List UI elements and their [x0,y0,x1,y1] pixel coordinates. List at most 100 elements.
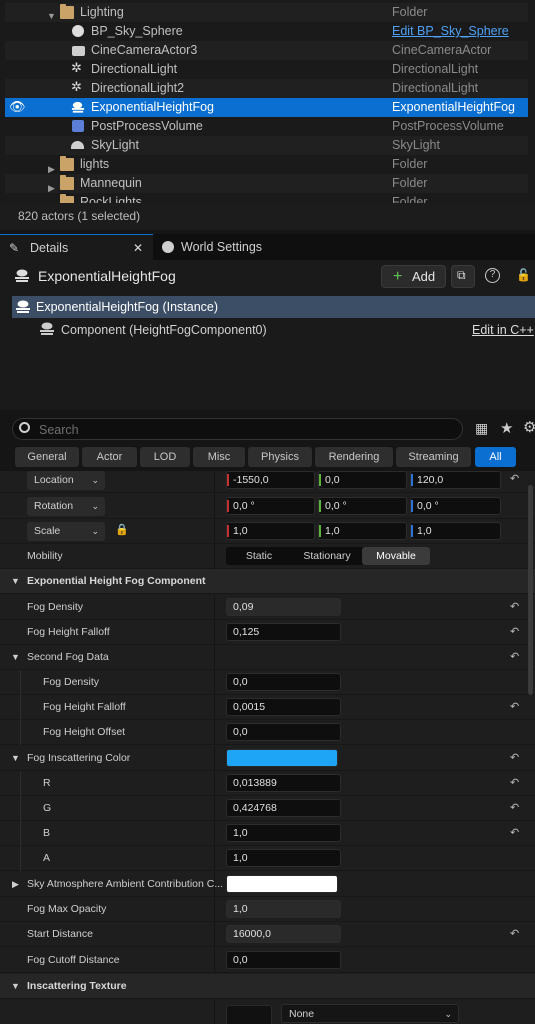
outliner-item-name: SkyLight [91,138,139,152]
outliner-row-lights[interactable]: ▶ lights Folder [5,155,528,174]
reset-arrow-icon[interactable]: ↶ [510,700,519,713]
favorites-star-icon[interactable]: ★ [500,419,513,437]
fog-density-field[interactable]: 0,09 [226,598,341,616]
section-exponential-height-fog[interactable]: ▼ Exponential Height Fog Component [0,569,535,594]
property-label: Fog Cutoff Distance [27,954,120,966]
second-fog-falloff-field[interactable]: 0,0015 [226,698,341,716]
scale-x-field[interactable]: 1,0 [226,522,315,540]
outliner-row-bp-sky-sphere[interactable]: BP_Sky_Sphere Edit BP_Sky_Sphere [5,22,528,41]
collapse-arrow-icon[interactable]: ▼ [11,981,20,991]
outliner-row-mannequin[interactable]: ▶ Mannequin Folder [5,174,528,193]
scale-z-field[interactable]: 1,0 [410,522,501,540]
reset-arrow-icon[interactable]: ↶ [510,472,519,485]
lock-icon[interactable]: 🔒 [115,523,129,536]
inscattering-color-swatch[interactable] [226,749,338,767]
filter-tab-physics[interactable]: Physics [248,447,312,467]
collapse-arrow-icon[interactable]: ▼ [11,753,20,763]
tab-details[interactable]: ✎ Details ✕ [0,234,153,260]
filter-tab-misc[interactable]: Misc [193,447,245,467]
location-z-field[interactable]: 120,0 [410,471,501,489]
property-label: G [43,802,52,814]
filter-tab-actor[interactable]: Actor [82,447,137,467]
table-view-icon[interactable]: ▦ [475,420,488,437]
filter-tab-general[interactable]: General [15,447,79,467]
rotation-z-field[interactable]: 0,0 ° [410,497,501,515]
lock-icon[interactable]: 🔓 [516,268,531,282]
tab-world-settings[interactable]: World Settings [155,234,285,260]
scale-dropdown[interactable]: Scale ⌄ [27,522,105,541]
color-r-field[interactable]: 0,013889 [226,774,341,792]
divider [214,897,215,922]
outliner-row-cinecamera[interactable]: CineCameraActor3 CineCameraActor [5,41,528,60]
reset-arrow-icon[interactable]: ↶ [510,801,519,814]
second-fog-data-row[interactable]: ▼ Second Fog Data ↶ [0,645,535,670]
fog-cutoff-field[interactable]: 0,0 [226,951,341,969]
visibility-eye-icon[interactable]: 👁 [9,99,26,114]
second-fog-density-field[interactable]: 0,0 [226,673,341,691]
outliner-row-skylight[interactable]: SkyLight SkyLight [5,136,528,155]
outliner-item-name: PostProcessVolume [91,119,203,133]
color-a-field[interactable]: 1,0 [226,849,341,867]
help-icon[interactable]: ? [485,268,500,283]
location-x-field[interactable]: -1550,0 [226,471,315,489]
reset-arrow-icon[interactable]: ↶ [510,927,519,940]
start-distance-field[interactable]: 16000,0 [226,925,341,943]
location-dropdown[interactable]: Location ⌄ [27,471,105,490]
sky-atmosphere-color-swatch[interactable] [226,875,338,893]
location-y-field[interactable]: 0,0 [318,471,407,489]
reset-arrow-icon[interactable]: ↶ [510,650,519,663]
outliner-row-directionallight2[interactable]: ✲ DirectionalLight2 DirectionalLight [5,79,528,98]
rotation-dropdown[interactable]: Rotation ⌄ [27,497,105,516]
outliner-row-rocklights[interactable]: ▶ RockLights Folder [5,193,528,203]
divider [214,922,215,947]
reset-arrow-icon[interactable]: ↶ [510,600,519,613]
reset-arrow-icon[interactable]: ↶ [510,776,519,789]
color-r-row: R 0,013889 ↶ [0,771,535,796]
component-instance-row[interactable]: ExponentialHeightFog (Instance) [12,296,535,318]
outliner-row-directionallight[interactable]: ✲ DirectionalLight DirectionalLight [5,60,528,79]
filter-tab-rendering[interactable]: Rendering [315,447,393,467]
details-scrollbar[interactable] [528,485,533,695]
reset-arrow-icon[interactable]: ↶ [510,751,519,764]
fog-max-opacity-field[interactable]: 1,0 [226,900,341,918]
rotation-y-field[interactable]: 0,0 ° [318,497,407,515]
reset-arrow-icon[interactable]: ↶ [510,625,519,638]
rotation-x-field[interactable]: 0,0 ° [226,497,315,515]
collapse-arrow-icon[interactable]: ▼ [11,576,20,586]
outliner-row-lighting[interactable]: ▼ Lighting Folder [5,3,528,22]
expand-arrow-icon[interactable]: ▶ [12,879,19,890]
mobility-movable[interactable]: Movable [362,547,430,565]
settings-gear-icon[interactable]: ⚙ [523,418,535,436]
collapse-arrow-icon[interactable]: ▼ [11,652,20,662]
fog-height-falloff-field[interactable]: 0,125 [226,623,341,641]
outliner-row-postprocessvolume[interactable]: PostProcessVolume PostProcessVolume [5,117,528,136]
panel-tabs: ✎ Details ✕ World Settings [0,234,535,260]
outliner-item-type: Folder [392,176,428,190]
mobility-stationary[interactable]: Stationary [292,547,362,565]
edit-in-cpp-link[interactable]: Edit in C++ [472,323,534,337]
texture-thumbnail[interactable] [226,1005,272,1024]
component-row[interactable]: Component (HeightFogComponent0) Edit in … [12,319,535,341]
actor-name[interactable]: ExponentialHeightFog [38,268,176,284]
section-inscattering-texture[interactable]: ▼ Inscattering Texture [0,974,535,999]
details-search[interactable] [12,418,463,440]
texture-dropdown[interactable]: None ⌄ [281,1004,459,1023]
edit-blueprint-link[interactable]: Edit BP_Sky_Sphere [392,22,509,41]
filter-tab-lod[interactable]: LOD [140,447,190,467]
skylight-icon [71,141,84,149]
reset-arrow-icon[interactable]: ↶ [510,826,519,839]
color-b-field[interactable]: 1,0 [226,824,341,842]
property-label: Fog Height Falloff [27,626,110,638]
outliner-row-exponentialheightfog[interactable]: 👁 ExponentialHeightFog ExponentialHeight… [5,98,528,117]
blueprint-button[interactable]: ⧉ [451,265,475,288]
outliner-item-name: RockLights [80,195,142,203]
filter-tab-all[interactable]: All [475,447,516,467]
add-component-button[interactable]: + Add [381,265,446,288]
search-input[interactable] [39,421,449,438]
color-g-field[interactable]: 0,424768 [226,799,341,817]
mobility-static[interactable]: Static [226,547,292,565]
close-icon[interactable]: ✕ [133,235,143,261]
second-fog-offset-field[interactable]: 0,0 [226,723,341,741]
filter-tab-streaming[interactable]: Streaming [396,447,471,467]
scale-y-field[interactable]: 1,0 [318,522,407,540]
